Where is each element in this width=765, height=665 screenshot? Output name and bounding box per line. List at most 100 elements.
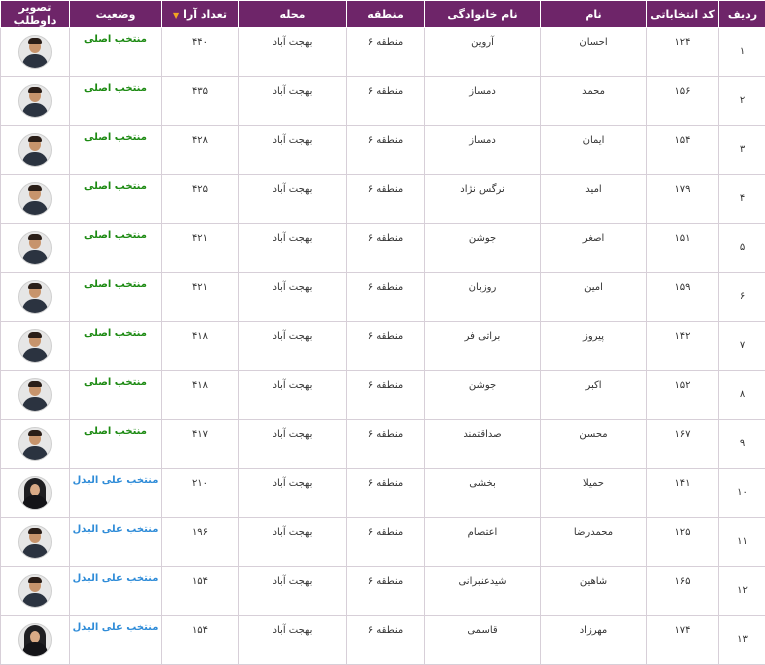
table-row: ۷۱۴۲پیروزبراتی فرمنطقه ۶بهجت آباد۴۱۸منتخ… [1, 322, 765, 371]
cell-last-name-text: براتی فر [425, 322, 540, 342]
header-row-number[interactable]: ردیف [719, 1, 765, 28]
candidate-photo-female[interactable] [18, 623, 52, 657]
cell-area: بهجت آباد [239, 175, 347, 224]
candidate-photo-male[interactable] [18, 427, 52, 461]
cell-votes-text: ۴۴۰ [162, 28, 238, 48]
cell-last-name: نرگس نژاد [425, 175, 541, 224]
header-region[interactable]: منطقه [347, 1, 425, 28]
cell-votes-text: ۴۱۷ [162, 420, 238, 440]
cell-votes: ۴۲۱ [162, 224, 239, 273]
cell-first-name: ایمان [541, 126, 647, 175]
cell-code: ۱۵۹ [647, 273, 719, 322]
candidate-photo-male[interactable] [18, 133, 52, 167]
cell-last-name-text: نرگس نژاد [425, 175, 540, 195]
cell-last-name-text: بخشی [425, 469, 540, 489]
cell-row-number: ۱۱ [719, 518, 765, 567]
candidate-photo-female[interactable] [18, 476, 52, 510]
cell-first-name: محمدرضا [541, 518, 647, 567]
cell-first-name-text: امید [541, 175, 646, 195]
candidate-photo-male[interactable] [18, 182, 52, 216]
candidate-photo-male[interactable] [18, 280, 52, 314]
cell-status-text: منتخب علی البدل [70, 469, 161, 486]
table-row: ۴۱۷۹امیدنرگس نژادمنطقه ۶بهجت آباد۴۲۵منتخ… [1, 175, 765, 224]
cell-area-text: بهجت آباد [239, 28, 346, 48]
candidate-photo-male[interactable] [18, 231, 52, 265]
candidate-photo-male[interactable] [18, 525, 52, 559]
cell-votes-text: ۱۵۴ [162, 616, 238, 636]
cell-region: منطقه ۶ [347, 273, 425, 322]
cell-first-name: مهرزاد [541, 616, 647, 665]
cell-photo [1, 616, 70, 665]
cell-first-name-text: محمدرضا [541, 518, 646, 538]
sort-desc-icon: ▼ [173, 11, 179, 20]
cell-area: بهجت آباد [239, 77, 347, 126]
cell-last-name: بخشی [425, 469, 541, 518]
cell-region-text: منطقه ۶ [347, 126, 424, 146]
cell-status-text: منتخب اصلی [70, 224, 161, 241]
cell-first-name-text: محمد [541, 77, 646, 97]
cell-area-text: بهجت آباد [239, 616, 346, 636]
table-row: ۶۱۵۹امینروزبانمنطقه ۶بهجت آباد۴۲۱منتخب ا… [1, 273, 765, 322]
table-row: ۱۱۲۴احسانآروینمنطقه ۶بهجت آباد۴۴۰منتخب ا… [1, 28, 765, 77]
cell-votes-text: ۴۱۸ [162, 371, 238, 391]
cell-code-text: ۱۴۱ [647, 469, 718, 489]
cell-code-text: ۱۲۴ [647, 28, 718, 48]
candidate-photo-male[interactable] [18, 84, 52, 118]
cell-row-number-text: ۸ [719, 371, 765, 400]
header-first-name[interactable]: نام [541, 1, 647, 28]
cell-row-number: ۱ [719, 28, 765, 77]
cell-status-text: منتخب اصلی [70, 126, 161, 143]
cell-last-name-text: دمساز [425, 77, 540, 97]
cell-code: ۱۷۹ [647, 175, 719, 224]
candidate-photo-male[interactable] [18, 574, 52, 608]
header-last-name[interactable]: نام خانوادگی [425, 1, 541, 28]
cell-photo [1, 28, 70, 77]
cell-row-number: ۸ [719, 371, 765, 420]
cell-last-name: شیدعنبرانی [425, 567, 541, 616]
cell-code-text: ۱۵۱ [647, 224, 718, 244]
cell-code: ۱۶۷ [647, 420, 719, 469]
cell-status: منتخب اصلی [70, 224, 162, 273]
cell-first-name: احسان [541, 28, 647, 77]
cell-region: منطقه ۶ [347, 567, 425, 616]
cell-code: ۱۵۶ [647, 77, 719, 126]
cell-region: منطقه ۶ [347, 518, 425, 567]
cell-area: بهجت آباد [239, 273, 347, 322]
cell-row-number-text: ۷ [719, 322, 765, 351]
cell-first-name: شاهین [541, 567, 647, 616]
table-row: ۱۱۱۲۵محمدرضااعتصاممنطقه ۶بهجت آباد۱۹۶منت… [1, 518, 765, 567]
cell-votes: ۴۱۸ [162, 322, 239, 371]
candidate-photo-male[interactable] [18, 35, 52, 69]
cell-row-number-text: ۶ [719, 273, 765, 302]
cell-first-name-text: پیروز [541, 322, 646, 342]
cell-status-text: منتخب اصلی [70, 273, 161, 290]
cell-row-number-text: ۲ [719, 77, 765, 106]
candidate-photo-male[interactable] [18, 329, 52, 363]
table-row: ۱۲۱۶۵شاهینشیدعنبرانیمنطقه ۶بهجت آباد۱۵۴م… [1, 567, 765, 616]
table-row: ۸۱۵۲اکبرجوشنمنطقه ۶بهجت آباد۴۱۸منتخب اصل… [1, 371, 765, 420]
cell-status: منتخب علی البدل [70, 616, 162, 665]
header-code[interactable]: کد انتخاباتی [647, 1, 719, 28]
candidate-photo-male[interactable] [18, 378, 52, 412]
cell-last-name-text: شیدعنبرانی [425, 567, 540, 587]
cell-code-text: ۱۴۲ [647, 322, 718, 342]
cell-region: منطقه ۶ [347, 126, 425, 175]
cell-region: منطقه ۶ [347, 371, 425, 420]
cell-last-name-text: جوشن [425, 371, 540, 391]
cell-status-text: منتخب اصلی [70, 175, 161, 192]
cell-status: منتخب علی البدل [70, 567, 162, 616]
cell-status: منتخب اصلی [70, 126, 162, 175]
header-area[interactable]: محله [239, 1, 347, 28]
cell-last-name-text: اعتصام [425, 518, 540, 538]
cell-first-name: اکبر [541, 371, 647, 420]
header-votes[interactable]: تعداد آرا▼ [162, 1, 239, 28]
cell-last-name: دمساز [425, 77, 541, 126]
cell-photo [1, 175, 70, 224]
cell-code: ۱۲۴ [647, 28, 719, 77]
cell-area-text: بهجت آباد [239, 224, 346, 244]
header-status[interactable]: وضعیت [70, 1, 162, 28]
cell-photo [1, 420, 70, 469]
cell-area: بهجت آباد [239, 28, 347, 77]
cell-area-text: بهجت آباد [239, 567, 346, 587]
cell-last-name-text: صداقتمند [425, 420, 540, 440]
